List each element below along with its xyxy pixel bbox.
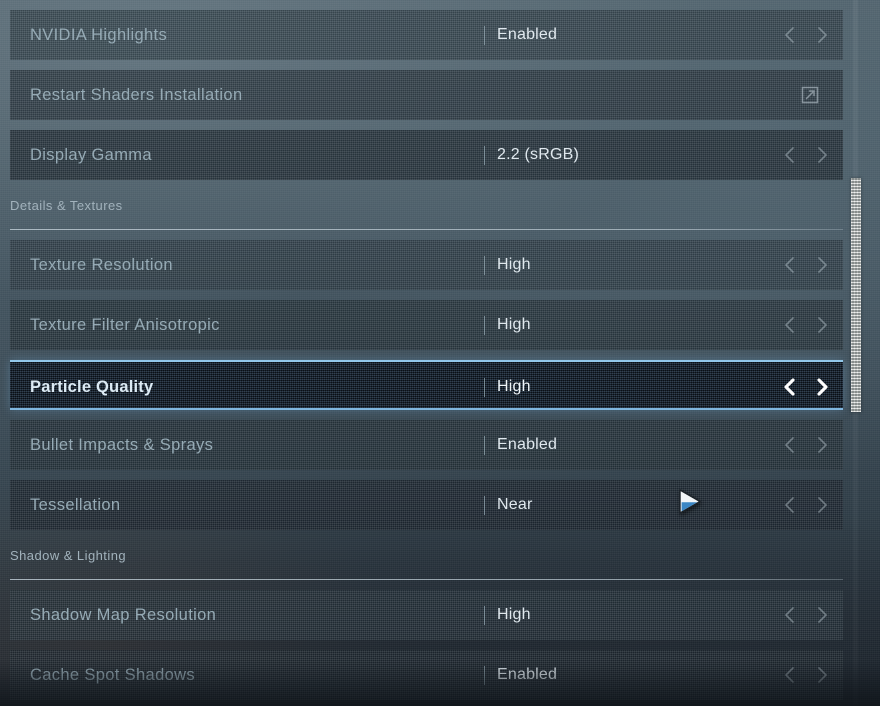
setting-value: High: [497, 606, 531, 623]
chevron-left-icon[interactable]: [780, 604, 800, 626]
section-divider: [10, 579, 843, 580]
setting-row[interactable]: Texture Resolution High: [10, 240, 843, 290]
value-stepper[interactable]: [780, 10, 832, 60]
setting-row[interactable]: NVIDIA Highlights Enabled: [10, 10, 843, 60]
value-separator: [484, 378, 485, 397]
value-separator: [484, 666, 485, 685]
setting-label: Texture Filter Anisotropic: [30, 316, 220, 334]
setting-value: Enabled: [497, 666, 558, 683]
setting-label: Particle Quality: [30, 378, 154, 396]
chevron-left-icon[interactable]: [780, 434, 800, 456]
setting-label: Texture Resolution: [30, 256, 173, 274]
setting-label: Bullet Impacts & Sprays: [30, 436, 214, 454]
section-title: Details & Textures: [10, 198, 123, 213]
setting-value: High: [497, 316, 531, 333]
chevron-left-icon[interactable]: [780, 144, 800, 166]
value-separator: [484, 316, 485, 335]
setting-row[interactable]: Restart Shaders Installation: [10, 70, 843, 120]
chevron-left-icon[interactable]: [780, 314, 800, 336]
value-stepper[interactable]: [780, 590, 832, 640]
setting-row[interactable]: Shadow Map Resolution High: [10, 590, 843, 640]
pointer-cursor-icon: [679, 489, 701, 514]
value-stepper[interactable]: [780, 362, 832, 408]
settings-screen: Details & Textures Shadow & Lighting NVIDI…: [0, 0, 880, 706]
chevron-right-icon[interactable]: [812, 664, 832, 686]
setting-row[interactable]: Tessellation Near: [10, 480, 843, 530]
chevron-right-icon[interactable]: [812, 494, 832, 516]
chevron-left-icon[interactable]: [780, 254, 800, 276]
setting-value: Enabled: [497, 436, 558, 453]
value-stepper[interactable]: [780, 240, 832, 290]
section-divider: [10, 229, 843, 230]
value-stepper[interactable]: [780, 130, 832, 180]
setting-label: Tessellation: [30, 496, 121, 514]
section-header: Shadow & Lighting: [10, 548, 843, 588]
chevron-right-icon[interactable]: [812, 314, 832, 336]
setting-row[interactable]: Display Gamma 2.2 (sRGB): [10, 130, 843, 180]
value-separator: [484, 436, 485, 455]
chevron-left-icon[interactable]: [780, 664, 800, 686]
setting-value: Enabled: [497, 26, 558, 43]
chevron-right-icon[interactable]: [812, 24, 832, 46]
chevron-right-icon[interactable]: [812, 376, 832, 398]
chevron-left-icon[interactable]: [780, 494, 800, 516]
section-title: Shadow & Lighting: [10, 548, 127, 563]
scrollbar-thumb[interactable]: [851, 178, 861, 412]
chevron-right-icon[interactable]: [812, 144, 832, 166]
setting-row[interactable]: Particle Quality High: [10, 360, 843, 410]
setting-value: High: [497, 378, 531, 395]
setting-value: 2.2 (sRGB): [497, 146, 580, 163]
value-stepper[interactable]: [780, 300, 832, 350]
value-separator: [484, 146, 485, 165]
external-link-icon[interactable]: [799, 84, 821, 106]
setting-label: Cache Spot Shadows: [30, 666, 195, 684]
chevron-right-icon[interactable]: [812, 604, 832, 626]
chevron-left-icon[interactable]: [780, 376, 800, 398]
chevron-left-icon[interactable]: [780, 24, 800, 46]
value-stepper[interactable]: [780, 480, 832, 530]
value-separator: [484, 26, 485, 45]
chevron-right-icon[interactable]: [812, 254, 832, 276]
value-stepper[interactable]: [780, 420, 832, 470]
setting-label: Shadow Map Resolution: [30, 606, 217, 624]
setting-label: NVIDIA Highlights: [30, 26, 168, 44]
setting-label: Restart Shaders Installation: [30, 86, 243, 104]
setting-row[interactable]: Bullet Impacts & Sprays Enabled: [10, 420, 843, 470]
settings-list: Details & Textures Shadow & Lighting NVIDI…: [0, 0, 880, 706]
value-separator: [484, 256, 485, 275]
value-separator: [484, 496, 485, 515]
setting-row[interactable]: Texture Filter Anisotropic High: [10, 300, 843, 350]
setting-label: Display Gamma: [30, 146, 152, 164]
section-header: Details & Textures: [10, 198, 843, 238]
setting-row[interactable]: Cache Spot Shadows Enabled: [10, 650, 843, 700]
value-stepper[interactable]: [780, 650, 832, 700]
setting-value: High: [497, 256, 531, 273]
chevron-right-icon[interactable]: [812, 434, 832, 456]
setting-value: Near: [497, 496, 533, 513]
value-separator: [484, 606, 485, 625]
